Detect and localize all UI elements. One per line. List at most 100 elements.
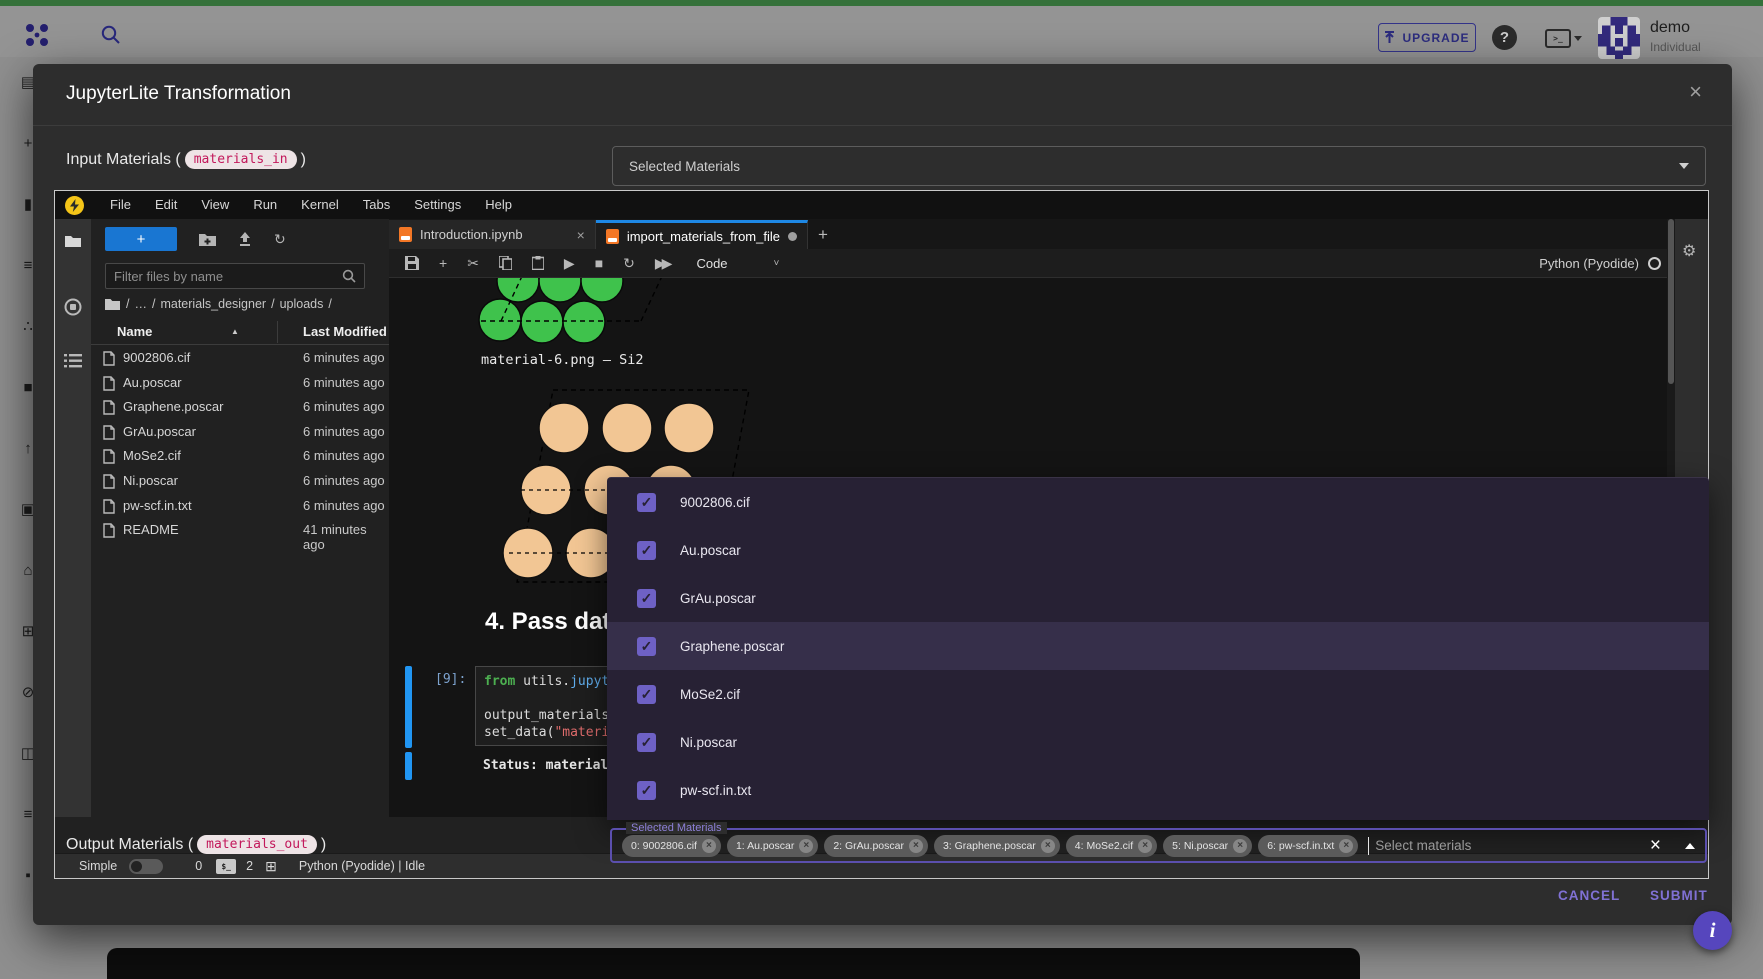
chip-delete-icon[interactable]: ×	[1138, 839, 1152, 853]
user-name[interactable]: demo	[1650, 19, 1690, 37]
material-chip[interactable]: 5: Ni.poscar×	[1163, 835, 1252, 857]
chevron-up-icon[interactable]	[1685, 843, 1695, 849]
menu-file[interactable]: File	[98, 197, 143, 212]
dropdown-option[interactable]: ✓MoSe2.cif	[607, 670, 1709, 718]
cell-type-select[interactable]: Code	[696, 256, 727, 271]
selected-materials-select[interactable]: Selected Materials	[612, 146, 1706, 186]
close-icon[interactable]: ×	[1689, 81, 1702, 103]
checkbox-checked-icon[interactable]: ✓	[637, 493, 656, 512]
save-icon[interactable]	[405, 256, 419, 270]
search-icon[interactable]	[100, 24, 122, 46]
table-row[interactable]: 9002806.cif6 minutes ago	[91, 346, 389, 371]
material-chip[interactable]: 3: Graphene.poscar×	[934, 835, 1060, 857]
dropdown-option[interactable]: ✓Ni.poscar	[607, 718, 1709, 766]
dropdown-option[interactable]: ✓GrAu.poscar	[607, 574, 1709, 622]
dropdown-option[interactable]: ✓Graphene.poscar	[607, 622, 1709, 670]
close-icon[interactable]: ×	[577, 227, 585, 243]
table-of-contents-tab-icon[interactable]	[63, 351, 83, 371]
chip-delete-icon[interactable]: ×	[1041, 839, 1055, 853]
folder-icon[interactable]	[105, 298, 120, 310]
stop-icon[interactable]: ■	[595, 255, 603, 271]
breadcrumb-segment[interactable]: materials_designer	[160, 297, 266, 311]
menu-kernel[interactable]: Kernel	[289, 197, 351, 212]
dropdown-option[interactable]: ✓Au.poscar	[607, 526, 1709, 574]
new-launcher-button[interactable]: +	[105, 227, 177, 251]
checkbox-checked-icon[interactable]: ✓	[637, 685, 656, 704]
material-chip[interactable]: 4: MoSe2.cif×	[1066, 835, 1157, 857]
table-row[interactable]: MoSe2.cif6 minutes ago	[91, 444, 389, 469]
material-chip[interactable]: 2: GrAu.poscar×	[824, 835, 928, 857]
upgrade-button[interactable]: UPGRADE	[1378, 23, 1476, 52]
kernel-indicator[interactable]: Python (Pyodide)	[1539, 249, 1661, 278]
brand-logo-icon[interactable]	[24, 22, 50, 48]
cancel-button[interactable]: CANCEL	[1558, 888, 1620, 903]
chip-delete-icon[interactable]: ×	[1233, 839, 1247, 853]
chip-delete-icon[interactable]: ×	[799, 839, 813, 853]
console-menu-button[interactable]: >_	[1545, 27, 1589, 49]
run-icon[interactable]: ▶	[564, 255, 575, 272]
checkbox-checked-icon[interactable]: ✓	[637, 541, 656, 560]
table-row[interactable]: GrAu.poscar6 minutes ago	[91, 420, 389, 445]
filter-files-input[interactable]: Filter files by name	[105, 263, 365, 289]
table-row[interactable]: Graphene.poscar6 minutes ago	[91, 395, 389, 420]
upload-icon[interactable]	[238, 232, 252, 246]
menu-settings[interactable]: Settings	[402, 197, 473, 212]
dropdown-option[interactable]: ✓9002806.cif	[607, 478, 1709, 526]
simple-mode-toggle[interactable]	[129, 859, 163, 874]
kernels-count[interactable]: 2	[246, 859, 253, 873]
insert-cell-icon[interactable]: +	[439, 255, 447, 271]
cut-icon[interactable]: ✂	[467, 255, 479, 272]
menu-edit[interactable]: Edit	[143, 197, 189, 212]
material-chip[interactable]: 6: pw-scf.in.txt×	[1258, 835, 1358, 857]
material-chip[interactable]: 1: Au.poscar ×	[727, 835, 818, 857]
menu-run[interactable]: Run	[241, 197, 289, 212]
copy-icon[interactable]	[499, 256, 512, 270]
menu-help[interactable]: Help	[473, 197, 524, 212]
output-materials-select[interactable]: Selected Materials 0: 9002806.cif×1: Au.…	[610, 828, 1707, 863]
breadcrumb-segment[interactable]: uploads	[280, 297, 324, 311]
checkbox-checked-icon[interactable]: ✓	[637, 781, 656, 800]
run-all-icon[interactable]: ▶▶	[655, 255, 669, 272]
refresh-icon[interactable]: ↻	[274, 231, 286, 248]
chip-delete-icon[interactable]: ×	[702, 839, 716, 853]
terminals-count[interactable]: 0	[195, 859, 202, 873]
menu-view[interactable]: View	[189, 197, 241, 212]
column-last-modified[interactable]: Last Modified	[303, 324, 387, 339]
chip-label: 1: Au.poscar	[736, 840, 794, 852]
column-name[interactable]: Name	[117, 324, 152, 339]
tab-import-materials[interactable]: import_materials_from_file	[596, 220, 808, 249]
table-row[interactable]: README41 minutes ago	[91, 518, 389, 543]
sort-ascending-icon[interactable]: ▲	[231, 327, 239, 336]
new-tab-button[interactable]: +	[808, 220, 838, 249]
restart-kernel-icon[interactable]: ↻	[623, 255, 635, 272]
checkbox-checked-icon[interactable]: ✓	[637, 733, 656, 752]
file-browser-tab-icon[interactable]	[63, 231, 83, 251]
submit-button[interactable]: SUBMIT	[1650, 888, 1708, 903]
material-si2-image	[456, 278, 686, 350]
table-row[interactable]: Ni.poscar6 minutes ago	[91, 469, 389, 494]
paste-icon[interactable]	[532, 256, 544, 270]
checkbox-checked-icon[interactable]: ✓	[637, 589, 656, 608]
chip-delete-icon[interactable]: ×	[1339, 839, 1353, 853]
scrollbar-thumb[interactable]	[1668, 219, 1674, 384]
gear-icon[interactable]: ⚙	[1682, 241, 1696, 261]
running-kernels-tab-icon[interactable]	[63, 297, 83, 317]
new-folder-icon[interactable]	[199, 233, 216, 246]
material-chip[interactable]: 0: 9002806.cif×	[622, 835, 721, 857]
checkbox-checked-icon[interactable]: ✓	[637, 637, 656, 656]
kernel-status-text[interactable]: Python (Pyodide) | Idle	[299, 859, 425, 873]
info-fab-button[interactable]: i	[1693, 911, 1732, 950]
help-button[interactable]: ?	[1492, 25, 1517, 50]
tab-introduction[interactable]: Introduction.ipynb ×	[389, 220, 596, 249]
user-avatar[interactable]	[1598, 17, 1640, 59]
table-row[interactable]: Au.poscar6 minutes ago	[91, 371, 389, 396]
breadcrumb-segment[interactable]: …	[134, 297, 147, 311]
select-input[interactable]: Select materials	[1375, 838, 1644, 853]
output-selected-bar[interactable]	[405, 752, 412, 780]
table-row[interactable]: pw-scf.in.txt6 minutes ago	[91, 494, 389, 519]
dropdown-option[interactable]: ✓pw-scf.in.txt	[607, 766, 1709, 814]
clear-all-icon[interactable]: ×	[1650, 835, 1661, 857]
menu-tabs[interactable]: Tabs	[351, 197, 402, 212]
chip-delete-icon[interactable]: ×	[909, 839, 923, 853]
cell-selected-bar[interactable]	[405, 666, 412, 748]
